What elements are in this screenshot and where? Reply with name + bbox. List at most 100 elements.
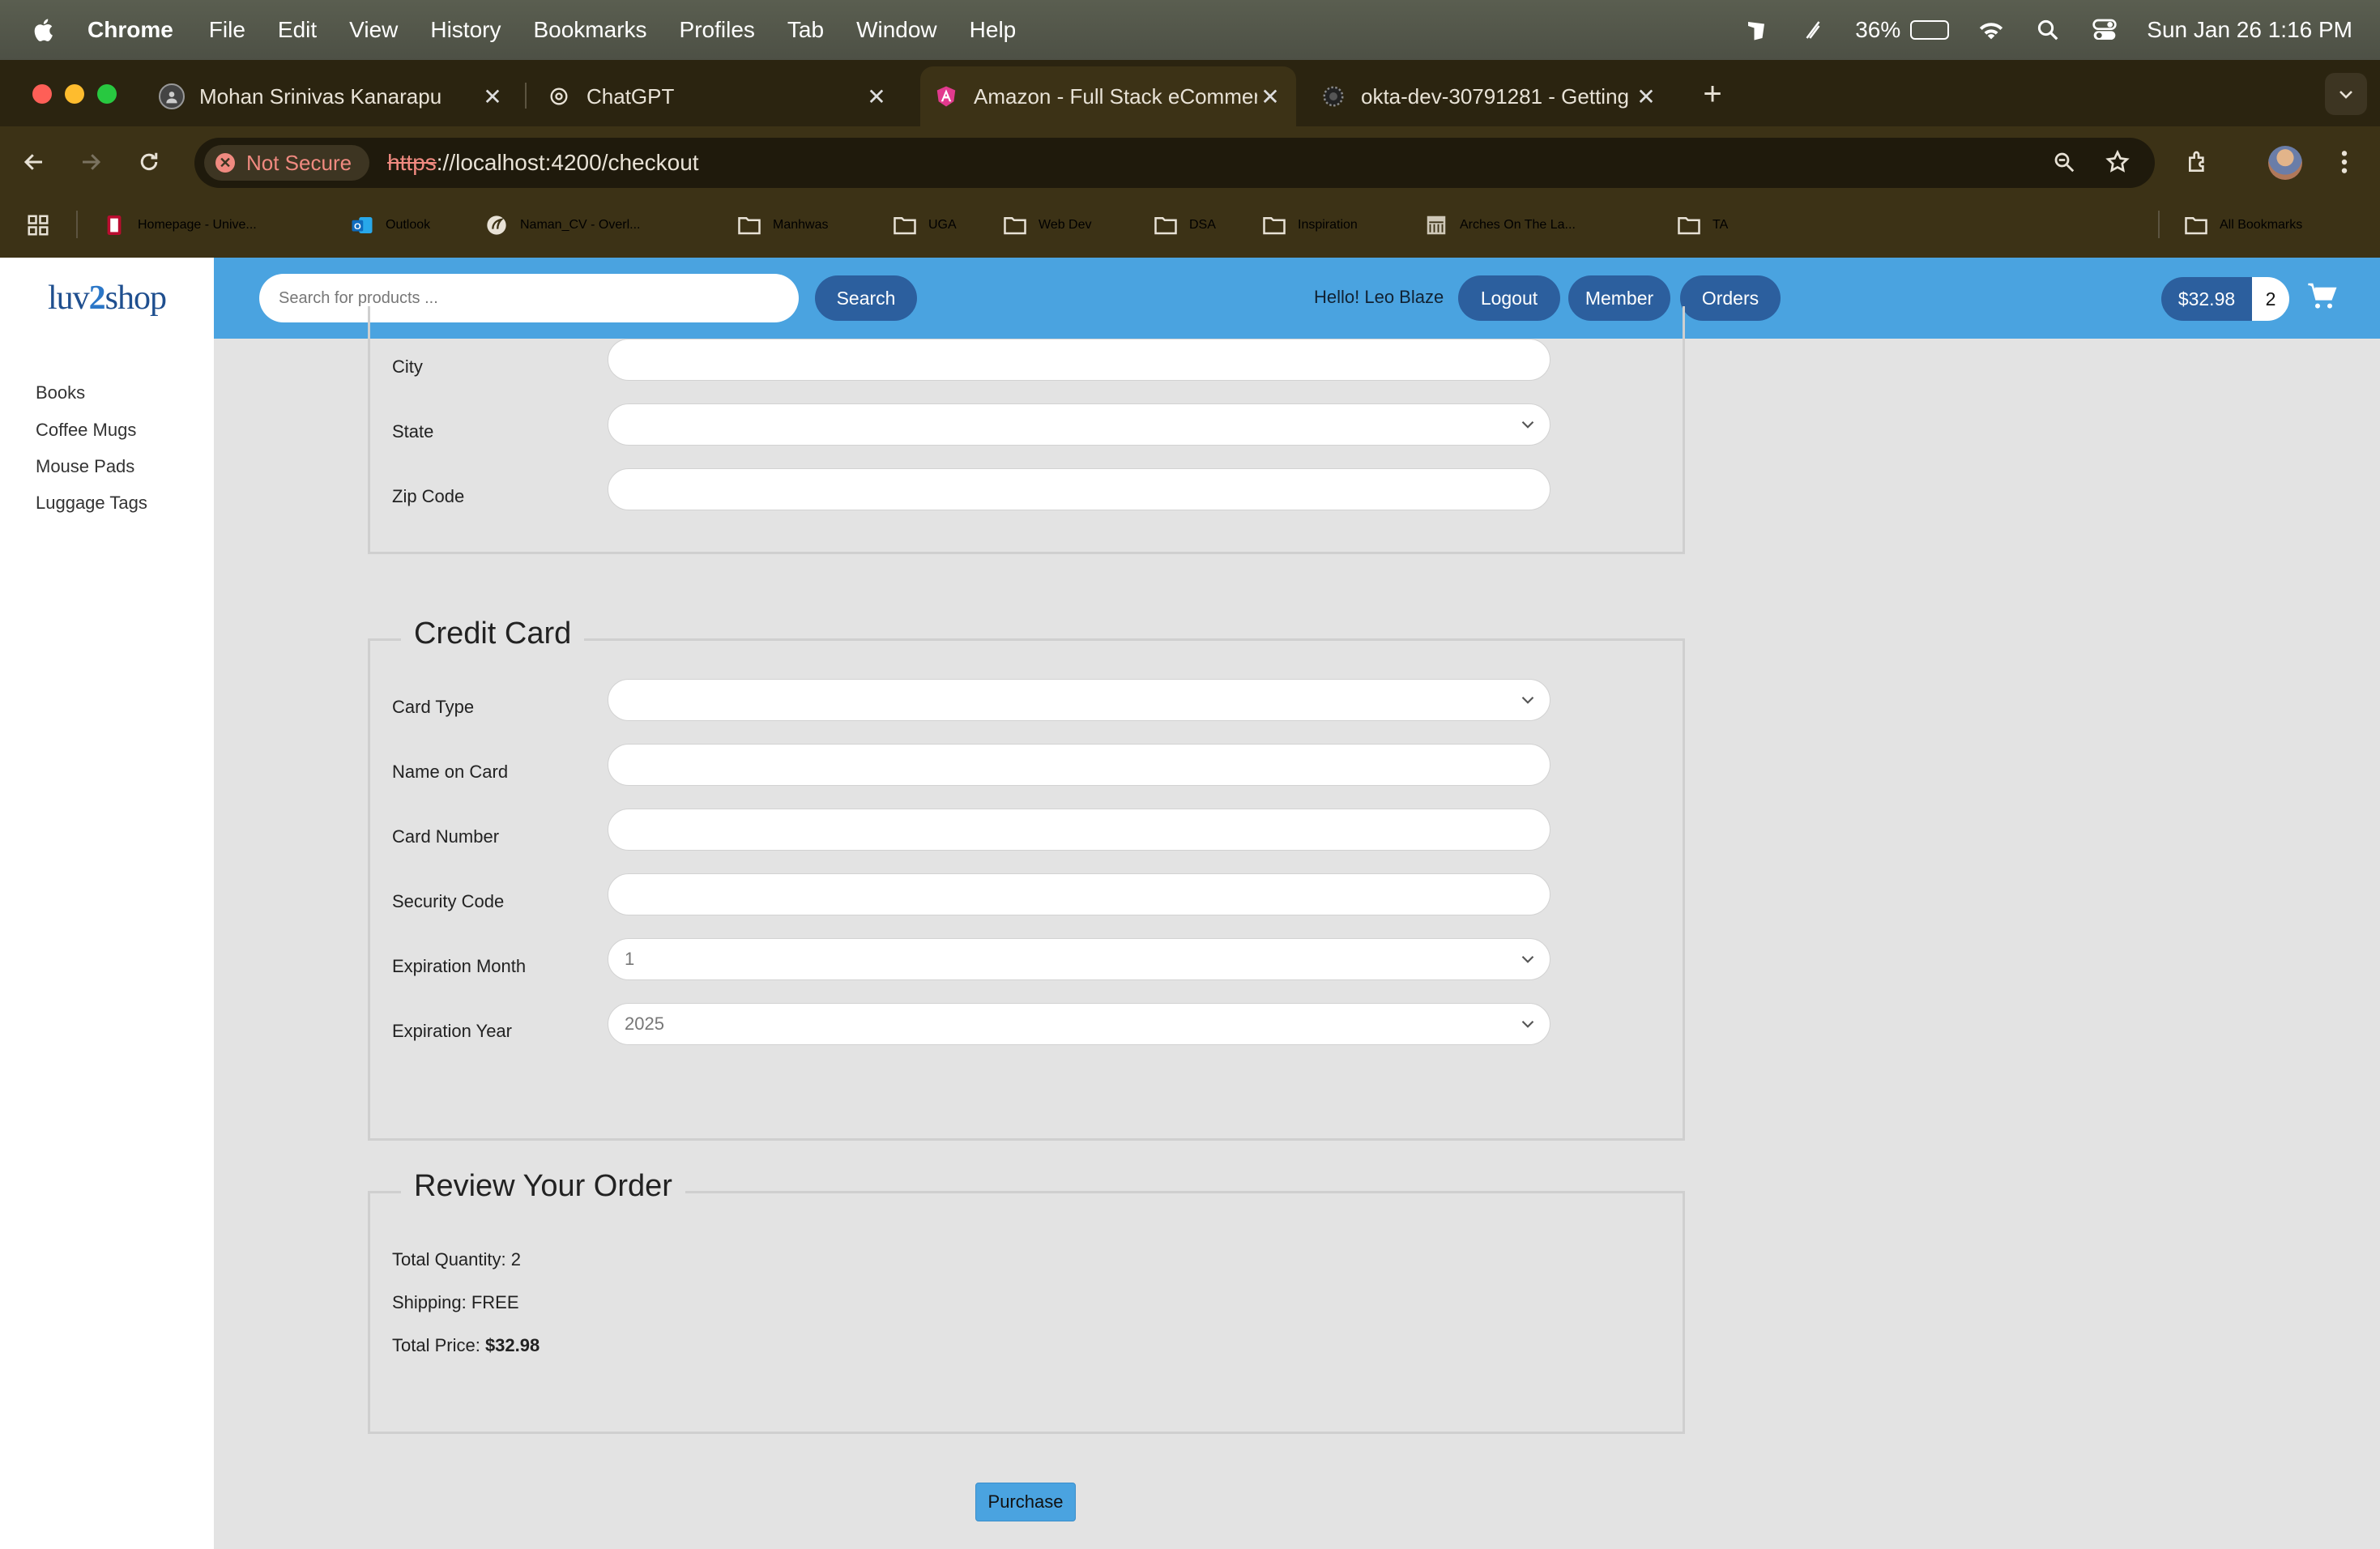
profile-avatar[interactable] bbox=[2268, 146, 2302, 180]
tab-close-icon[interactable]: ✕ bbox=[1257, 83, 1283, 109]
menu-app-name[interactable]: Chrome bbox=[87, 17, 173, 43]
window-zoom-button[interactable] bbox=[97, 84, 117, 104]
cart-total-badge[interactable]: $32.98 bbox=[2161, 277, 2252, 321]
spotlight-search-icon[interactable] bbox=[2033, 15, 2062, 45]
card-number-label: Card Number bbox=[392, 826, 500, 847]
state-select[interactable] bbox=[608, 403, 1550, 446]
name-on-card-label: Name on Card bbox=[392, 762, 509, 782]
extensions-puzzle-icon[interactable] bbox=[2182, 146, 2215, 178]
window-close-button[interactable] bbox=[32, 84, 52, 104]
folder-icon bbox=[1262, 213, 1286, 237]
zoom-magnifier-icon[interactable] bbox=[2048, 146, 2080, 178]
chevron-down-icon bbox=[1521, 420, 1534, 429]
state-label: State bbox=[392, 421, 434, 442]
tab-search-chevron-icon[interactable] bbox=[2325, 73, 2367, 115]
menu-bookmarks[interactable]: Bookmarks bbox=[533, 17, 646, 43]
bookmark-folder-uga[interactable]: UGA bbox=[893, 209, 957, 241]
apps-grid-icon[interactable] bbox=[26, 209, 50, 241]
bookmark-folder-dsa[interactable]: DSA bbox=[1154, 209, 1216, 241]
all-bookmarks-folder[interactable]: All Bookmarks bbox=[2184, 209, 2302, 241]
back-arrow-icon[interactable] bbox=[16, 144, 52, 180]
purchase-button[interactable]: Purchase bbox=[975, 1483, 1076, 1521]
sidebar-item-luggage-tags[interactable]: Luggage Tags bbox=[36, 493, 147, 514]
menu-history[interactable]: History bbox=[430, 17, 501, 43]
menu-profiles[interactable]: Profiles bbox=[680, 17, 755, 43]
security-code-input[interactable] bbox=[608, 873, 1550, 915]
bookmark-folder-ta[interactable]: TA bbox=[1677, 209, 1728, 241]
tab-close-icon[interactable]: ✕ bbox=[480, 83, 505, 109]
zip-code-label: Zip Code bbox=[392, 486, 465, 506]
building-icon bbox=[1424, 213, 1448, 237]
name-on-card-input[interactable] bbox=[608, 744, 1550, 786]
bookmark-label: Manhwas bbox=[773, 218, 829, 232]
bookmark-label: Outlook bbox=[386, 218, 431, 232]
tab-profile[interactable]: Mohan Srinivas Kanarapu ✕ bbox=[146, 71, 518, 122]
bookmark-label: Homepage - Unive... bbox=[138, 218, 257, 232]
bookmark-arches[interactable]: Arches On The La... bbox=[1424, 209, 1576, 241]
menu-edit[interactable]: Edit bbox=[278, 17, 317, 43]
sidebar-item-coffee-mugs[interactable]: Coffee Mugs bbox=[36, 420, 136, 441]
battery-percent: 36% bbox=[1855, 17, 1901, 42]
control-center-icon[interactable] bbox=[2090, 15, 2119, 45]
shopping-cart-icon[interactable] bbox=[2305, 280, 2338, 313]
pen-slash-icon[interactable] bbox=[1798, 15, 1828, 45]
expiration-year-value: 2025 bbox=[625, 1013, 664, 1034]
sidebar-item-books[interactable]: Books bbox=[36, 382, 85, 403]
bookmark-label: UGA bbox=[928, 218, 957, 232]
bookmark-folder-manhwas[interactable]: Manhwas bbox=[737, 209, 828, 241]
logo-area[interactable]: luv2shop bbox=[0, 258, 214, 339]
sidebar-item-mouse-pads[interactable]: Mouse Pads bbox=[36, 456, 134, 477]
orders-button[interactable]: Orders bbox=[1680, 275, 1781, 321]
bookmark-naman-cv[interactable]: Naman_CV - Overl... bbox=[484, 209, 640, 241]
zip-code-input[interactable] bbox=[608, 468, 1550, 510]
chrome-menu-kebab-icon[interactable] bbox=[2328, 146, 2361, 178]
angular-favicon-icon bbox=[933, 83, 959, 109]
battery-status[interactable]: 36% bbox=[1855, 17, 1950, 43]
reload-icon[interactable] bbox=[131, 144, 167, 180]
city-input[interactable] bbox=[608, 339, 1550, 381]
bookmark-label: Web Dev bbox=[1039, 218, 1092, 232]
tab-close-icon[interactable]: ✕ bbox=[864, 83, 889, 109]
tab-amazon-active[interactable]: Amazon - Full Stack eCommerce ✕ bbox=[920, 66, 1296, 126]
clock[interactable]: Sun Jan 26 1:16 PM bbox=[2147, 17, 2352, 43]
cart-quantity-badge[interactable]: 2 bbox=[2252, 277, 2289, 321]
shield-app-icon[interactable] bbox=[1742, 15, 1771, 45]
menu-help[interactable]: Help bbox=[970, 17, 1017, 43]
bookmark-folder-inspiration[interactable]: Inspiration bbox=[1262, 209, 1358, 241]
luv2shop-logo: luv2shop bbox=[47, 280, 167, 317]
url-path: ://localhost:4200/checkout bbox=[436, 150, 699, 175]
tab-close-icon[interactable]: ✕ bbox=[1633, 83, 1659, 109]
shipping-value: FREE bbox=[471, 1292, 519, 1312]
tab-chatgpt[interactable]: ChatGPT ✕ bbox=[533, 71, 902, 122]
tab-okta[interactable]: okta-dev-30791281 - Getting ✕ bbox=[1307, 71, 1672, 122]
card-number-input[interactable] bbox=[608, 809, 1550, 851]
menu-tab[interactable]: Tab bbox=[787, 17, 824, 43]
menu-view[interactable]: View bbox=[349, 17, 398, 43]
menu-window[interactable]: Window bbox=[856, 17, 937, 43]
tab-title: ChatGPT bbox=[586, 83, 675, 109]
menu-file[interactable]: File bbox=[209, 17, 245, 43]
card-type-select[interactable] bbox=[608, 679, 1550, 721]
credit-card-legend: Credit Card bbox=[401, 617, 585, 651]
wifi-icon[interactable] bbox=[1977, 15, 2006, 45]
not-secure-chip[interactable]: ✕ Not Secure bbox=[204, 145, 370, 181]
expiration-month-value: 1 bbox=[625, 949, 635, 969]
expiration-year-select[interactable]: 2025 bbox=[608, 1003, 1550, 1045]
bookmark-homepage[interactable]: Homepage - Unive... bbox=[102, 209, 257, 241]
folder-icon bbox=[737, 213, 761, 237]
window-minimize-button[interactable] bbox=[65, 84, 84, 104]
chevron-down-icon bbox=[1521, 1020, 1534, 1028]
bookmark-star-icon[interactable] bbox=[2101, 146, 2134, 178]
folder-icon bbox=[1154, 213, 1178, 237]
bookmark-folder-web-dev[interactable]: Web Dev bbox=[1003, 209, 1092, 241]
user-greeting: Hello! Leo Blaze bbox=[1314, 287, 1444, 307]
expiration-month-select[interactable]: 1 bbox=[608, 938, 1550, 980]
forward-arrow-icon[interactable] bbox=[73, 144, 109, 180]
new-tab-plus-icon[interactable]: + bbox=[1696, 76, 1729, 112]
address-bar[interactable]: ✕ Not Secure https://localhost:4200/chec… bbox=[194, 138, 2155, 188]
bookmark-outlook[interactable]: O Outlook bbox=[350, 209, 430, 241]
apple-logo-icon[interactable] bbox=[31, 16, 58, 44]
folder-icon bbox=[2184, 213, 2208, 237]
security-code-label: Security Code bbox=[392, 891, 505, 911]
url-text[interactable]: https://localhost:4200/checkout bbox=[387, 150, 698, 176]
